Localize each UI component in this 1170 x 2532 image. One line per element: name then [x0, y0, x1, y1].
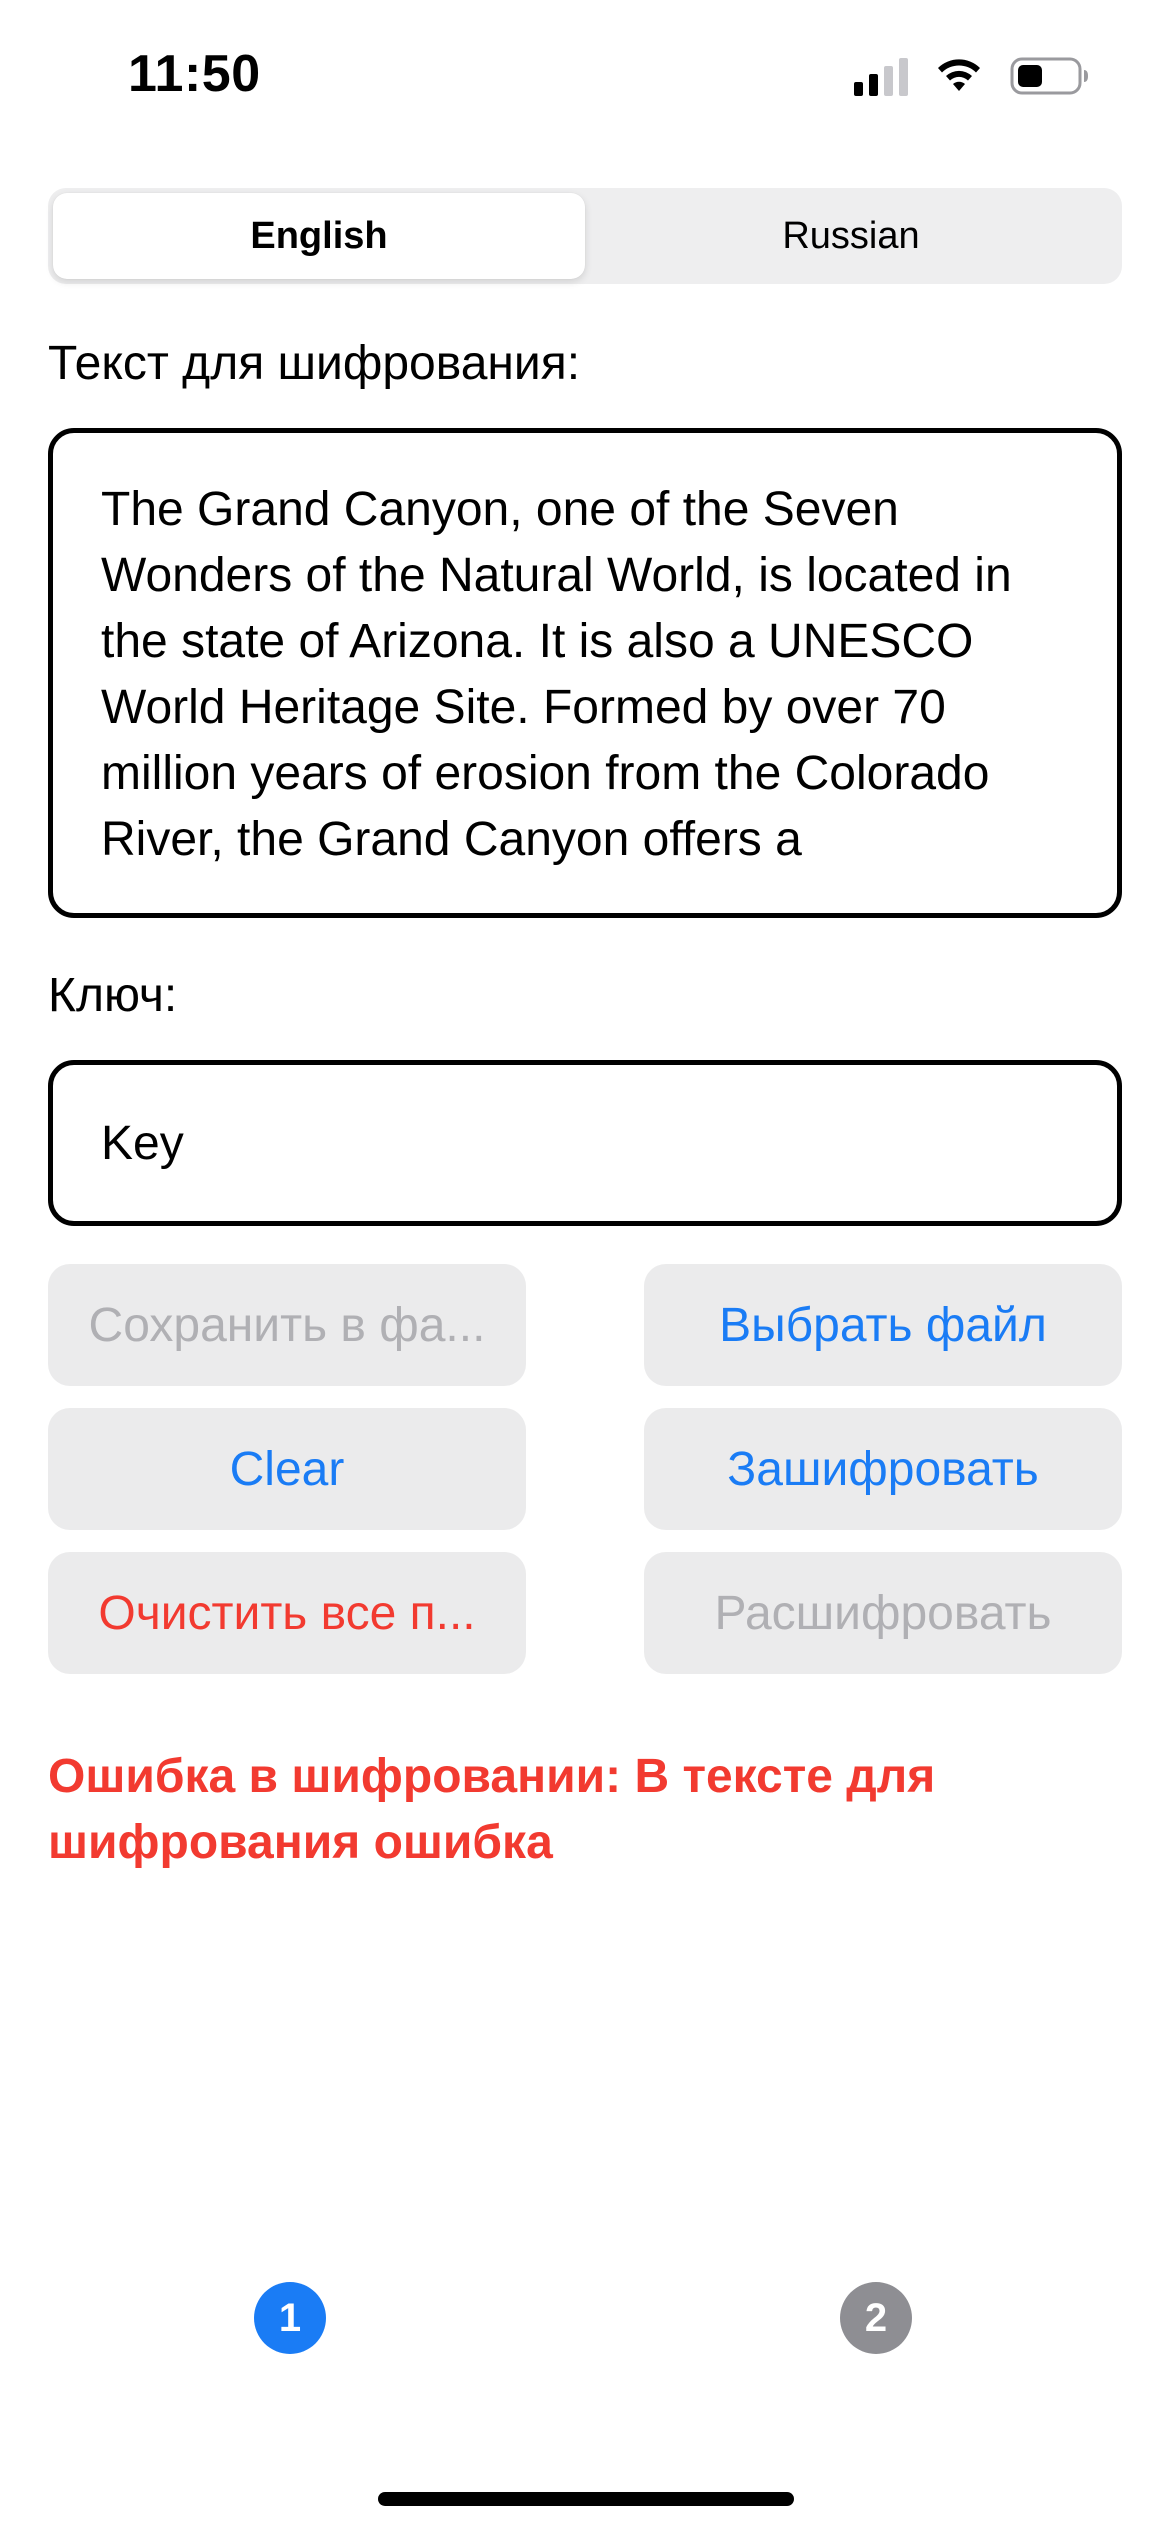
encrypt-button[interactable]: Зашифровать [644, 1408, 1122, 1530]
encrypt-text-label: Текст для шифрования: [48, 337, 581, 390]
status-time: 11:50 [128, 45, 261, 103]
page-indicator-1[interactable]: 1 [254, 2282, 326, 2354]
battery-icon [1010, 57, 1088, 95]
clear-all-button[interactable]: Очистить все п... [48, 1552, 526, 1674]
status-bar: 11:50 [0, 0, 1170, 150]
error-message: Ошибка в шифровании: В тексте для шифров… [48, 1750, 936, 1869]
clear-button[interactable]: Clear [48, 1408, 526, 1530]
encrypt-text-area[interactable]: The Grand Canyon, one of the Seven Wonde… [48, 428, 1122, 918]
page-indicator-2[interactable]: 2 [840, 2282, 912, 2354]
language-segmented-control[interactable]: English Russian [48, 188, 1122, 284]
home-indicator[interactable] [378, 2492, 794, 2506]
status-icons [854, 54, 1090, 98]
segment-english[interactable]: English [53, 193, 585, 279]
choose-file-button[interactable]: Выбрать файл [644, 1264, 1122, 1386]
key-label: Ключ: [48, 969, 178, 1022]
wifi-icon [938, 59, 980, 91]
save-to-file-button[interactable]: Сохранить в фа... [48, 1264, 526, 1386]
decrypt-button[interactable]: Расшифровать [644, 1552, 1122, 1674]
segment-russian[interactable]: Russian [585, 193, 1117, 279]
key-input[interactable]: Key [48, 1060, 1122, 1226]
cellular-signal-icon [854, 56, 908, 96]
key-input-value: Key [101, 1116, 184, 1170]
